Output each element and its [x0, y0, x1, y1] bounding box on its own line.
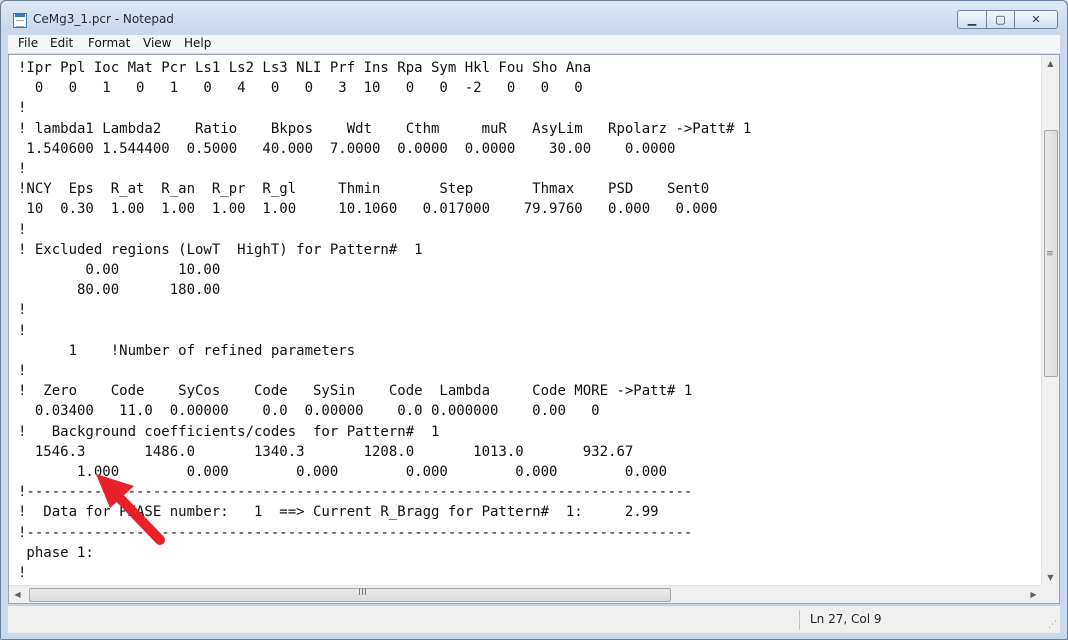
red-arrow-icon: [96, 474, 165, 545]
annotation-overlay: [96, 474, 165, 545]
